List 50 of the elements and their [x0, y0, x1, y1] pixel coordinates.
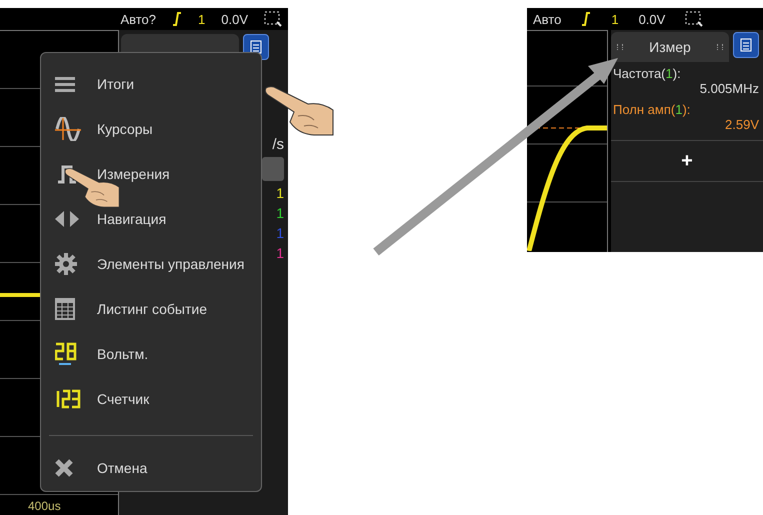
trigger-channel: 1 [198, 12, 206, 26]
timebase-label: 400us [28, 499, 61, 513]
list-icon [740, 38, 752, 52]
zoom-box-icon[interactable] [685, 11, 704, 27]
signal-trace [0, 293, 40, 297]
menu-item[interactable]: Навигация [41, 196, 261, 241]
channel-number: 1 [276, 185, 284, 201]
panel-tab[interactable]: Измер [611, 32, 729, 62]
measurement-value: 2.59V [724, 117, 760, 132]
zoom-box-icon[interactable] [264, 11, 282, 27]
trigger-edge-icon [172, 11, 182, 27]
trigger-level: 0.0V [221, 12, 248, 26]
drag-handle-icon[interactable] [617, 44, 623, 50]
measurement-value: 5.005MHz [698, 81, 760, 96]
channel-number: 1 [276, 225, 284, 241]
tab-label: Измер [649, 39, 691, 55]
measurement-name: Полн амп(1): [613, 102, 692, 117]
acquisition-mode: Авто [533, 12, 562, 26]
drag-handle-icon[interactable] [717, 44, 723, 50]
table-icon [55, 298, 75, 320]
close-icon [55, 459, 73, 478]
pointing-hand-drawing [264, 86, 334, 136]
panel-menu-button[interactable] [733, 32, 759, 58]
menu-item[interactable]: Элементы управления [41, 241, 261, 286]
trigger-level: 0.0V [638, 12, 666, 26]
menu-item[interactable]: Измерения [41, 151, 261, 196]
list-icon [250, 40, 262, 54]
gear-icon [55, 252, 77, 274]
cursor-waveform-icon [55, 116, 81, 140]
acquisition-mode: Авто? [120, 12, 156, 26]
menu-item[interactable]: Вольтм. [41, 331, 261, 376]
measurement-entry[interactable]: Частота(1): 5.005MHz [611, 62, 763, 98]
measurement-name: Частота(1): [613, 66, 682, 81]
sample-rate-unit: /s [272, 136, 284, 153]
measurement-entry[interactable]: Полн амп(1): 2.59V [611, 98, 763, 134]
navigation-arrows-icon [55, 210, 79, 226]
trigger-channel: 1 [611, 12, 619, 26]
add-measurement-button[interactable]: + [611, 140, 763, 182]
channel-number: 1 [276, 205, 284, 221]
menu-item[interactable]: Счетчик [41, 376, 261, 421]
trigger-edge-icon [581, 11, 592, 27]
cancel-menu-item[interactable]: Отмена [41, 446, 261, 491]
menu-item[interactable]: Итоги [41, 61, 261, 106]
channel-number: 1 [276, 245, 284, 261]
menu-item[interactable]: Листинг событие [41, 286, 261, 331]
digital-readout-icon [55, 388, 81, 408]
status-indicator [262, 157, 284, 181]
digital-readout-icon [55, 342, 77, 366]
menu-icon [55, 76, 75, 92]
menu-item[interactable]: Курсоры [41, 106, 261, 151]
